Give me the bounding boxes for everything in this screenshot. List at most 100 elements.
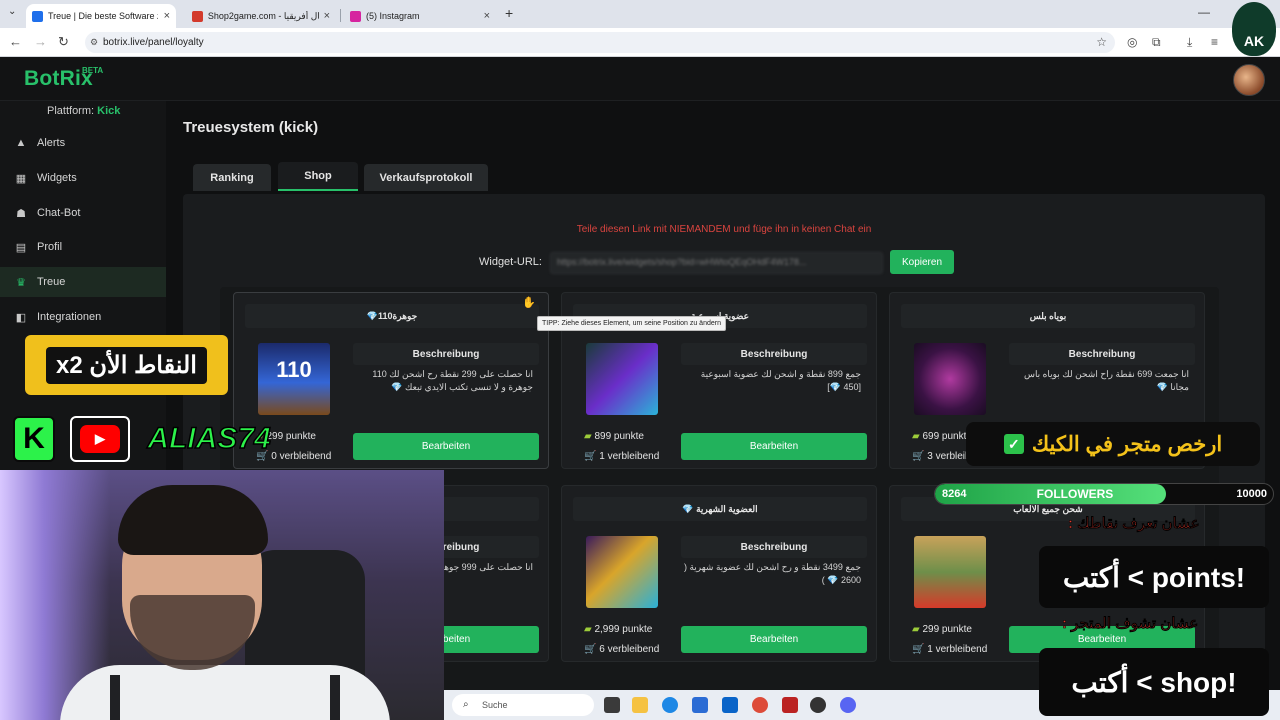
channel-alias: ALIAS74 [147, 421, 272, 456]
shop2game-favicon-icon [192, 10, 203, 22]
browser-tab-shop2game[interactable]: Shop2game.com - شمال أفريقيا × [186, 4, 336, 28]
file-explorer-icon[interactable] [632, 697, 648, 713]
sidebar-item-alerts[interactable]: ▲ Alerts [0, 128, 166, 158]
sidebar-item-label: Profil [37, 241, 63, 253]
sidebar-item-treue[interactable]: ♛ Treue [0, 267, 166, 297]
hair [118, 485, 268, 555]
edit-button[interactable]: Bearbeiten [681, 433, 867, 460]
followers-current: 8264 [942, 488, 967, 500]
coins-icon: ▰ [912, 624, 923, 635]
task-view-icon[interactable] [604, 697, 620, 713]
hint-shop: عشان تشوف المتجر : [1062, 615, 1199, 633]
item-price: ▰ 2,999 punkte [584, 624, 653, 635]
minimize-icon[interactable]: — [1198, 5, 1210, 19]
coins-icon: ▰ [584, 431, 595, 442]
description-heading: Beschreibung [353, 343, 539, 365]
reading-list-icon[interactable]: ≡ [1211, 35, 1218, 49]
item-title: 💎110جوهرة [245, 304, 539, 328]
beard [130, 595, 255, 670]
platform-label: Plattform: [47, 105, 95, 117]
drag-cursor-icon: ✋ [522, 297, 536, 309]
item-image [586, 536, 658, 608]
botrix-favicon-icon [32, 10, 43, 22]
sidebar-item-profil[interactable]: ▤ Profil [0, 232, 166, 262]
tab-ranking[interactable]: Ranking [193, 164, 271, 191]
sidebar-item-label: Widgets [37, 172, 77, 184]
app-topbar: BotRix BETA [0, 57, 1280, 101]
taskbar-search[interactable]: ⌕ Suche [452, 694, 594, 716]
item-description: انا جمعت 699 نقطة راح اشحن لك بوياه باس … [1023, 369, 1189, 392]
download-icon[interactable]: ⤓ [1187, 35, 1192, 50]
url-text: botrix.live/panel/loyalty [103, 37, 204, 48]
item-image [914, 536, 986, 608]
extensions-icon[interactable]: ⧉ [1152, 35, 1161, 50]
copy-button[interactable]: Kopieren [890, 250, 954, 274]
page-title: Treuesystem (kick) [183, 119, 319, 136]
tab-title: Treue | Die beste Software zur C [48, 11, 158, 21]
bookmark-star-icon[interactable]: ☆ [1096, 32, 1107, 53]
close-tab-icon[interactable]: × [324, 10, 330, 22]
browser-tab-treue[interactable]: Treue | Die beste Software zur C × [26, 4, 176, 28]
url-field[interactable]: ⚙ botrix.live/panel/loyalty ☆ [85, 32, 1115, 53]
site-info-icon[interactable]: ⚙ [90, 32, 98, 53]
cart-icon: 🛒 [912, 644, 928, 655]
widget-url-field[interactable]: https://botrix.live/widgets/shop?bid=wHW… [550, 252, 883, 274]
followers-goal-bar: FOLLOWERS 8264 10000 [934, 483, 1274, 505]
address-bar-row: ← → ↻ ⚙ botrix.live/panel/loyalty ☆ ◎ ⧉ … [0, 28, 1280, 57]
sidebar-item-label: Alerts [37, 137, 66, 149]
back-icon[interactable]: ← [9, 34, 22, 49]
sidebar-item-label: Chat-Bot [37, 207, 81, 219]
sidebar-item-integrationen[interactable]: ◧ Integrationen [0, 302, 166, 332]
tab-divider [340, 9, 341, 22]
robot-icon: ☗ [16, 207, 26, 220]
shop-item-card[interactable]: 💎 العضوية الشهرية Beschreibung جمع 3499 … [561, 485, 877, 662]
shirt-stripe [110, 675, 120, 720]
new-tab-icon[interactable]: + [505, 5, 513, 21]
obs-icon[interactable] [810, 697, 826, 713]
tab-shop[interactable]: Shop [278, 162, 358, 191]
translate-icon[interactable]: ◎ [1127, 35, 1137, 49]
tab-verkaufsprotokoll[interactable]: Verkaufsprotokoll [364, 164, 488, 191]
item-stock: 🛒 1 verbleibend [912, 644, 988, 655]
shop-item-card[interactable]: 💎110جوهرة 110 Beschreibung انا حصلت على … [233, 292, 549, 469]
widget-url-label: Widget-URL: [479, 256, 542, 268]
item-image [586, 343, 658, 415]
browser-tab-instagram[interactable]: (5) Instagram × [344, 4, 496, 28]
outlook-icon[interactable] [722, 697, 738, 713]
plug-icon: ◧ [15, 311, 27, 324]
user-avatar[interactable] [1233, 64, 1265, 96]
checkmark-icon: ✓ [1003, 434, 1024, 454]
forward-icon[interactable]: → [34, 34, 47, 49]
chrome-icon[interactable] [752, 697, 768, 713]
sidebar-item-chat-bot[interactable]: ☗ Chat-Bot [0, 198, 166, 228]
item-stock: 🛒 1 verbleibend [584, 451, 660, 462]
description-heading: Beschreibung [681, 536, 867, 558]
drag-tooltip: TIPP: Ziehe dieses Element, um seine Pos… [537, 316, 726, 331]
platform-indicator: Plattform: Kick [47, 105, 120, 117]
cart-icon: 🛒 [584, 644, 600, 655]
close-tab-icon[interactable]: × [164, 10, 170, 22]
instagram-favicon-icon [350, 10, 361, 22]
search-icon: ⌕ [463, 699, 469, 710]
followers-label: FOLLOWERS [1036, 487, 1114, 501]
points-command: أكتب < points! [1039, 546, 1269, 608]
edge-icon[interactable] [662, 697, 678, 713]
webcam-feed [0, 470, 444, 720]
promo-banner: ارخص متجر في الكيك ✓ [966, 422, 1260, 466]
app-icon[interactable] [782, 697, 798, 713]
discord-icon[interactable] [840, 697, 856, 713]
edit-button[interactable]: Bearbeiten [353, 433, 539, 460]
sidebar-item-widgets[interactable]: ▦ Widgets [0, 163, 166, 193]
shop-command: أكتب < shop! [1039, 648, 1269, 716]
privacy-warning: Teile diesen Link mit NIEMANDEM und füge… [576, 224, 872, 235]
reload-icon[interactable]: ↻ [58, 34, 69, 50]
tab-search-icon[interactable]: ⌄ [8, 6, 16, 17]
store-icon[interactable] [692, 697, 708, 713]
item-image [914, 343, 986, 415]
warning-icon: ▲ [15, 137, 27, 149]
edit-button[interactable]: Bearbeiten [681, 626, 867, 653]
trophy-icon: ♛ [16, 276, 26, 289]
coins-icon: ▰ [912, 431, 923, 442]
close-tab-icon[interactable]: × [484, 10, 490, 22]
cart-icon: 🛒 [584, 451, 600, 462]
